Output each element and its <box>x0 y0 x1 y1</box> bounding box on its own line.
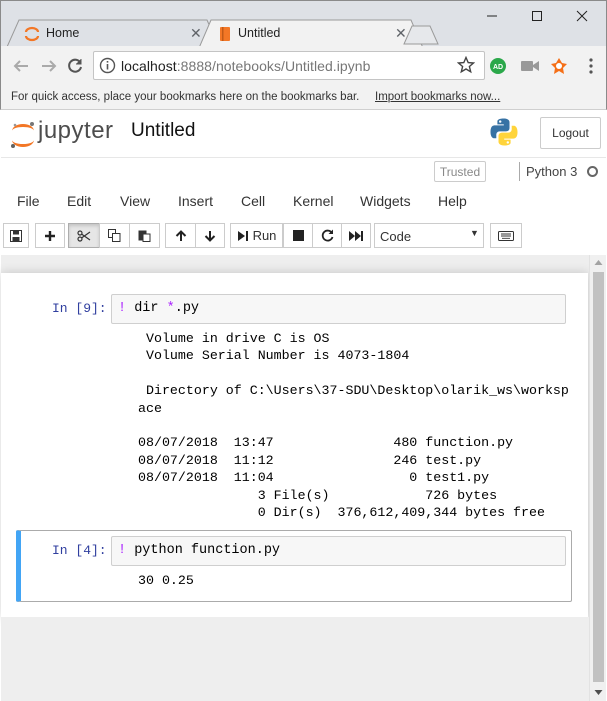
menu-file[interactable]: File <box>17 193 40 209</box>
close-window-button[interactable] <box>559 2 604 30</box>
back-icon[interactable] <box>11 56 31 76</box>
notebook-title[interactable]: Untitled <box>131 120 195 142</box>
cut-cell-button[interactable] <box>68 223 100 248</box>
tab-untitled[interactable]: Untitled ✕ <box>198 19 424 48</box>
maximize-icon <box>531 11 542 21</box>
copy-cell-button[interactable] <box>99 223 130 248</box>
cell-input[interactable]: ! python function.py <box>111 536 566 566</box>
bookmark-star-icon[interactable] <box>456 55 476 79</box>
python-logo-icon <box>489 117 519 152</box>
kernel-idle-indicator-icon <box>587 166 598 177</box>
tab-untitled-label: Untitled <box>238 26 281 40</box>
bookmarks-bar: For quick access, place your bookmarks h… <box>0 86 607 110</box>
cell-type-select[interactable]: Code ▼ <box>374 223 484 248</box>
move-down-button[interactable] <box>195 223 225 248</box>
kernel-status-row: Trusted Python 3 <box>1 158 606 186</box>
reload-icon[interactable] <box>65 56 85 76</box>
scrollbar-thumb[interactable] <box>593 272 604 682</box>
keyboard-icon <box>498 230 514 241</box>
run-label: Run <box>252 228 277 243</box>
tab-home-label: Home <box>46 26 80 40</box>
trusted-badge[interactable]: Trusted <box>434 161 486 182</box>
jupyter-logo-icon[interactable] <box>9 120 37 155</box>
run-button[interactable]: Run <box>230 223 283 248</box>
bookmarks-message: For quick access, place your bookmarks h… <box>11 91 360 103</box>
insert-cell-button[interactable] <box>35 223 65 248</box>
paste-icon <box>138 230 151 242</box>
tab-home[interactable]: Home ✕ <box>6 19 220 47</box>
menu-view[interactable]: View <box>120 193 150 209</box>
maximize-button[interactable] <box>514 2 559 30</box>
cell-output: 30 0.25 <box>138 573 194 588</box>
forward-icon[interactable] <box>39 56 59 76</box>
jupyter-header: jupyter Untitled Logout <box>1 110 606 158</box>
jupyter-logo-text[interactable]: jupyter <box>38 117 114 145</box>
minimize-icon <box>486 15 497 17</box>
kernel-separator <box>519 162 520 181</box>
minimize-button[interactable] <box>469 2 514 30</box>
command-palette-button[interactable] <box>490 223 522 248</box>
interrupt-kernel-button[interactable] <box>283 223 313 248</box>
cell-output: Volume in drive C is OS Volume Serial Nu… <box>138 331 569 521</box>
address-bar[interactable]: localhost:8888/notebooks/Untitled.ipynb <box>93 51 485 80</box>
restart-icon <box>321 229 333 242</box>
menu-edit[interactable]: Edit <box>67 193 91 209</box>
kernel-name: Python 3 <box>526 164 578 179</box>
fast-forward-icon <box>349 230 363 241</box>
notebook-menubar: File Edit View Insert Cell Kernel Widget… <box>1 186 606 216</box>
browser-titlebar: Home ✕ Untitled ✕ <box>0 0 607 48</box>
restart-run-all-button[interactable] <box>341 223 371 248</box>
arrow-down-icon <box>204 230 216 242</box>
import-bookmarks-link[interactable]: Import bookmarks now... <box>375 91 500 103</box>
save-icon <box>10 229 22 242</box>
notebook-toolbar: Run Code ▼ <box>1 220 606 252</box>
chrome-menu-icon[interactable] <box>582 57 600 75</box>
jupyter-favicon-icon <box>24 26 40 42</box>
move-up-button[interactable] <box>165 223 196 248</box>
avast-extension-icon[interactable] <box>550 57 568 75</box>
arrow-up-icon <box>175 229 186 241</box>
menu-insert[interactable]: Insert <box>178 193 213 209</box>
menu-help[interactable]: Help <box>438 193 467 209</box>
browser-toolbar: localhost:8888/notebooks/Untitled.ipynb … <box>0 46 607 86</box>
cell-prompt: In [9]: <box>52 301 107 316</box>
step-forward-icon <box>237 230 248 241</box>
page-scrollbar[interactable] <box>589 255 606 701</box>
adblock-extension-icon[interactable]: AD <box>489 57 507 75</box>
cell-input[interactable]: ! dir *.py <box>111 294 566 324</box>
cell-prompt: In [4]: <box>52 543 107 558</box>
cell-type-value: Code <box>380 229 412 244</box>
svg-text:AD: AD <box>493 64 503 71</box>
copy-icon <box>108 229 121 242</box>
logout-button[interactable]: Logout <box>540 117 601 149</box>
scissors-icon <box>77 229 91 242</box>
restart-kernel-button[interactable] <box>312 223 342 248</box>
video-camera-icon[interactable] <box>520 57 539 75</box>
close-icon <box>576 10 587 22</box>
save-button[interactable] <box>3 223 29 248</box>
dropdown-arrow-icon: ▼ <box>470 228 479 238</box>
plus-icon <box>45 230 55 241</box>
menu-cell[interactable]: Cell <box>241 193 265 209</box>
new-tab-button[interactable] <box>403 25 439 45</box>
stop-icon <box>292 230 304 241</box>
menu-kernel[interactable]: Kernel <box>293 193 333 209</box>
notebook-bottom-area <box>1 617 589 701</box>
scroll-down-icon[interactable] <box>594 689 603 696</box>
menu-widgets[interactable]: Widgets <box>360 193 411 209</box>
scroll-up-icon[interactable] <box>594 259 603 266</box>
info-icon[interactable] <box>99 57 116 79</box>
notebook-favicon-icon <box>217 26 233 42</box>
paste-cell-button[interactable] <box>129 223 160 248</box>
url-text: localhost:8888/notebooks/Untitled.ipynb <box>121 58 371 74</box>
